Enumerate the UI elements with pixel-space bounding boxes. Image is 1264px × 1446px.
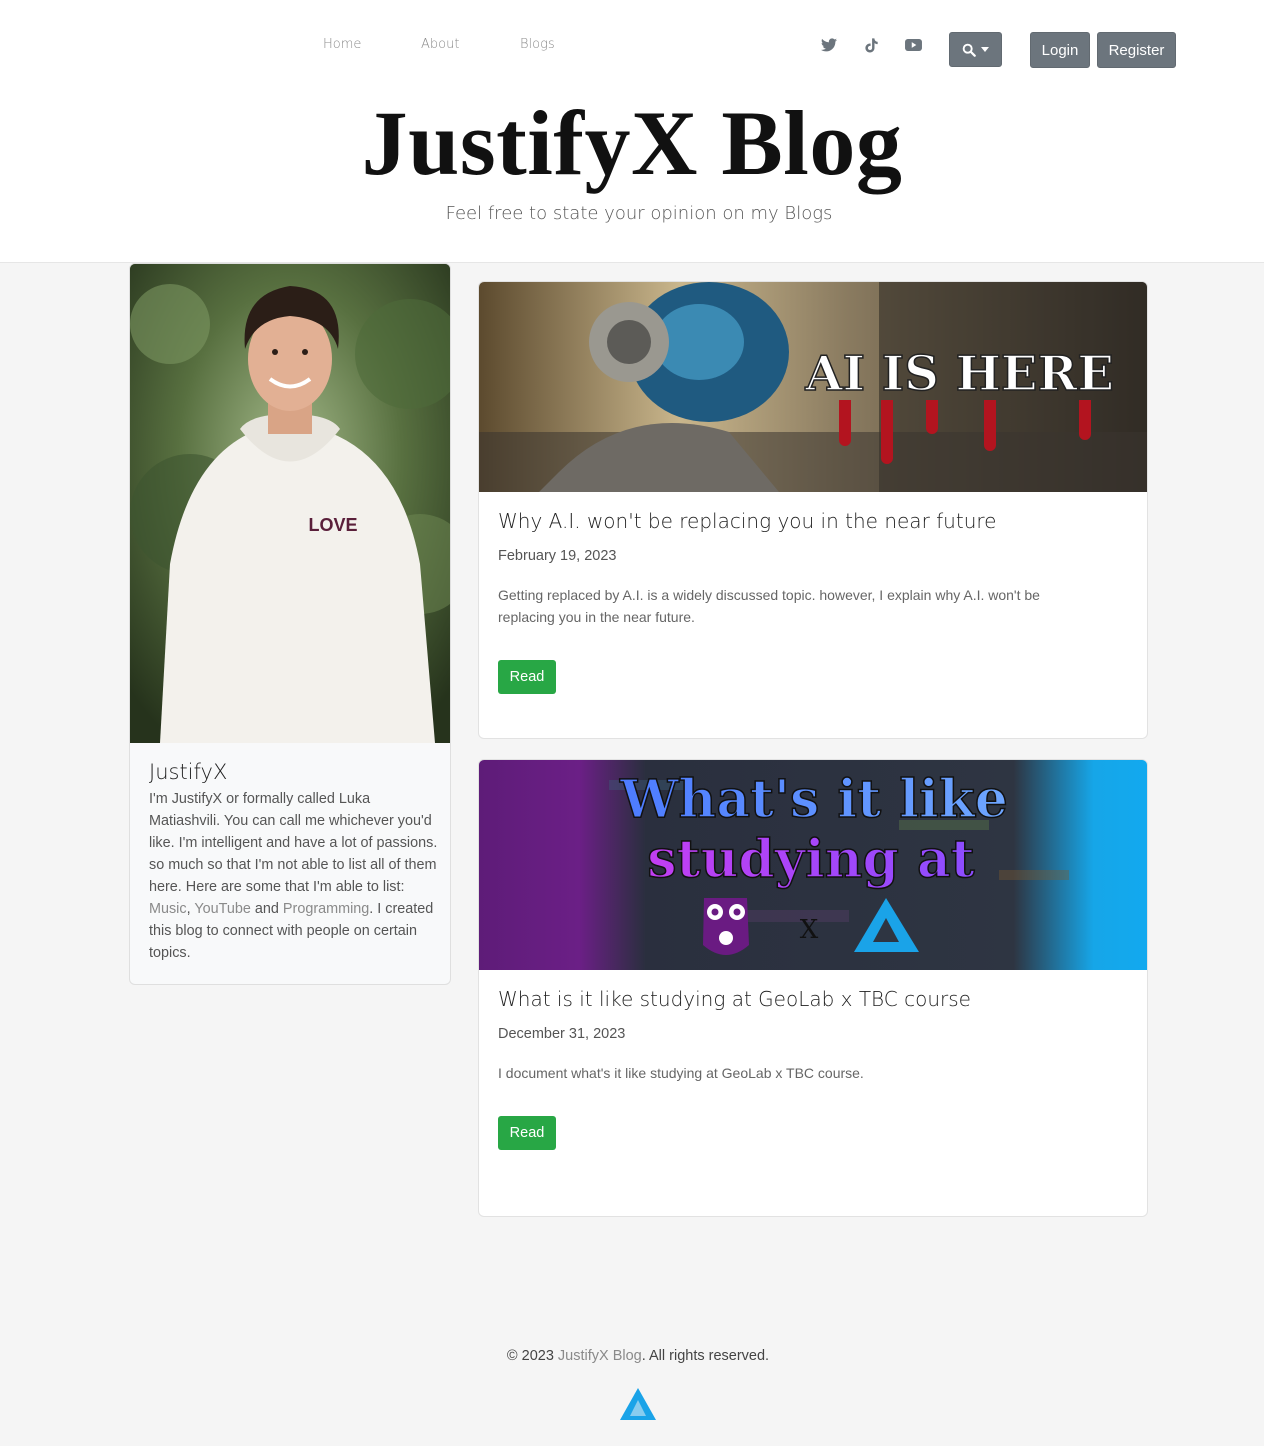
youtube-icon[interactable] [904,36,922,54]
blog-date: February 19, 2023 [498,548,617,564]
copyright-prefix: © 2023 [506,1348,558,1364]
geolab-image-line-1: What's it like [619,769,1008,830]
blog-description: I document what's it like studying at Ge… [498,1065,864,1081]
profile-photo: LOVE [130,264,450,743]
blog-description: Getting replaced by A.I. is a widely dis… [498,587,1040,625]
twitter-icon[interactable] [820,36,838,54]
link-music[interactable]: Music [149,901,187,917]
link-youtube[interactable]: YouTube [194,901,251,917]
nav-home[interactable]: Home [323,37,361,52]
search-dropdown-button[interactable] [949,32,1002,67]
profile-body: JustifyX I'm JustifyX or formally called… [149,760,439,964]
site-title: JustifyX Blog [361,92,903,194]
footer-site-link[interactable]: JustifyX Blog [558,1348,642,1364]
profile-card: LOVE JustifyX I'm JustifyX or formally c… [129,263,451,985]
nav-blogs[interactable]: Blogs [520,37,555,52]
tiktok-icon[interactable] [862,36,880,54]
blog-image-geolab[interactable]: What's it like studying at X [479,760,1147,970]
profile-name: JustifyX [149,760,228,784]
geolab-owl-icon [703,898,749,955]
copyright: © 2023 JustifyX Blog. All rights reserve… [0,1348,1264,1364]
profile-bio: I'm JustifyX or formally called Luka Mat… [149,788,439,964]
nav-about[interactable]: About [421,37,459,52]
link-programming[interactable]: Programming [283,901,369,917]
blog-title[interactable]: What is it like studying at GeoLab x TBC… [498,987,971,1011]
caret-down-icon [981,47,989,52]
blog-image-ai[interactable]: AI IS HERE [479,282,1147,492]
copyright-suffix: . All rights reserved. [641,1348,770,1364]
geolab-image-line-2: studying at [647,829,974,890]
blog-card-ai: AI IS HERE Why A.I. won't be replacing y… [478,281,1148,739]
love-badge: LOVE [308,515,357,535]
geolab-x: X [800,915,819,945]
register-button[interactable]: Register [1097,32,1176,68]
blog-card-geolab: What's it like studying at X What is it … [478,759,1148,1217]
search-icon [962,43,976,57]
footer-tbc-logo-icon [620,1388,656,1427]
login-button[interactable]: Login [1030,32,1090,68]
read-button[interactable]: Read [498,1116,556,1150]
blog-date: December 31, 2023 [498,1026,626,1042]
bio-text-1: I'm JustifyX or formally called Luka Mat… [149,791,438,895]
profile-photo-illustration: LOVE [130,264,450,743]
read-button[interactable]: Read [498,660,556,694]
bio-and: and [250,901,283,917]
blog-title[interactable]: Why A.I. won't be replacing you in the n… [498,509,996,533]
site-subtitle: Feel free to state your opinion on my Bl… [445,203,833,224]
site-header: Home About Blogs Login Register JustifyX… [0,0,1264,263]
ai-image-caption: AI IS HERE [804,346,1114,402]
